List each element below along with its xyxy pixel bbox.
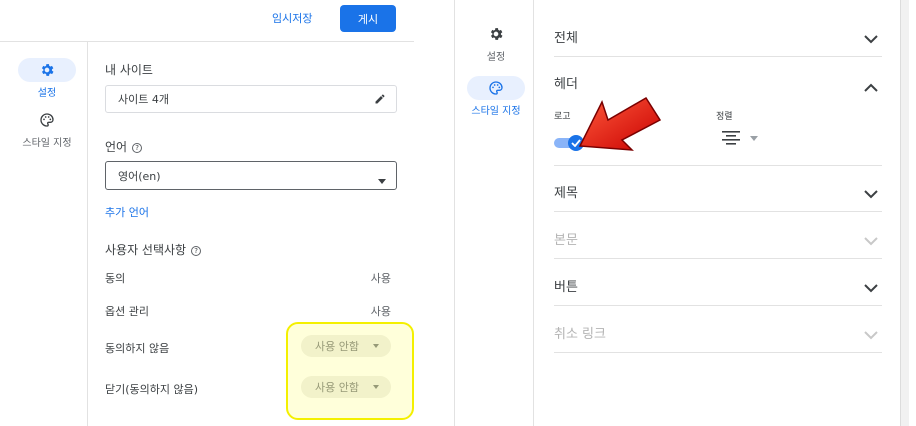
pref-row-value: 사용 [370, 272, 391, 285]
align-select[interactable] [722, 131, 758, 145]
pencil-icon[interactable] [374, 93, 386, 108]
palette-icon [18, 108, 76, 132]
annotation-arrow-icon [578, 96, 662, 151]
section-title-label: 제목 [554, 186, 578, 201]
preferences-title: 사용자 선택사항? [105, 241, 202, 258]
gear-icon [467, 22, 525, 46]
logo-label: 로고 [554, 112, 571, 122]
pref-row-label: 옵션 관리 [105, 305, 149, 318]
my-site-value: 사이트 4개 [118, 93, 169, 106]
my-site-title: 내 사이트 [105, 63, 153, 77]
rail-item-styling[interactable]: 스타일 지정 [14, 108, 80, 149]
section-title[interactable]: 제목 [554, 165, 882, 212]
top-bar: 임시저장 게시 [0, 0, 414, 42]
section-cancel-link: 취소 링크 [554, 306, 882, 353]
rail-item-settings[interactable]: 설정 [14, 58, 80, 99]
align-center-icon [722, 131, 740, 145]
settings-panel: 임시저장 게시 설정 스타일 지정 내 사이트 사이트 4개 언어? 영어(en… [0, 0, 414, 426]
pref-row-label: 동의하지 않음 [105, 342, 170, 355]
section-button[interactable]: 버튼 [554, 259, 882, 306]
rail-item-styling[interactable]: 스타일 지정 [463, 76, 529, 117]
align-label: 정렬 [716, 112, 733, 122]
chevron-down-icon [864, 231, 878, 250]
my-site-field[interactable]: 사이트 4개 [105, 85, 397, 113]
chevron-up-icon[interactable] [864, 77, 878, 96]
chevron-down-icon [864, 278, 878, 297]
chevron-down-icon [864, 325, 878, 344]
left-nav-rail: 설정 스타일 지정 [0, 42, 88, 426]
rail-item-label: 스타일 지정 [471, 106, 521, 117]
rail-item-label: 스타일 지정 [22, 138, 72, 149]
help-icon[interactable]: ? [132, 143, 143, 153]
dropdown-caret-icon [750, 135, 758, 141]
scrollbar[interactable] [900, 0, 916, 426]
save-draft-link[interactable]: 임시저장 [272, 10, 312, 26]
pref-row-label: 닫기(동의하지 않음) [105, 383, 199, 396]
right-nav-rail: 설정 스타일 지정 [454, 0, 534, 426]
rail-item-settings[interactable]: 설정 [463, 22, 529, 63]
section-cancel-link-label: 취소 링크 [554, 327, 606, 342]
section-body-label: 본문 [554, 233, 578, 248]
language-selected: 영어(en) [118, 169, 161, 183]
gear-icon [18, 58, 76, 82]
language-select[interactable]: 영어(en) [105, 161, 397, 190]
highlight-box [286, 322, 414, 420]
pref-row-manage-options: 옵션 관리 사용 [105, 303, 397, 319]
chevron-down-icon [864, 184, 878, 203]
chevron-down-icon [864, 29, 878, 48]
section-all[interactable]: 전체 [554, 10, 882, 57]
pref-row-consent: 동의 사용 [105, 270, 397, 286]
section-body: 본문 [554, 212, 882, 259]
language-title-text: 언어 [105, 140, 128, 154]
section-button-label: 버튼 [554, 280, 578, 295]
rail-item-label: 설정 [486, 52, 506, 63]
preferences-title-text: 사용자 선택사항 [105, 243, 187, 257]
pref-row-label: 동의 [105, 272, 126, 285]
panel-gap [414, 0, 454, 426]
section-all-label: 전체 [554, 31, 578, 46]
pref-row-value: 사용 [370, 305, 391, 318]
add-language-link[interactable]: 추가 언어 [105, 204, 149, 220]
dropdown-caret-icon [378, 174, 386, 187]
styling-panel: 설정 스타일 지정 전체 헤더 로고 정렬 제목 본문 버튼 취소 링크 [454, 0, 916, 426]
palette-icon [467, 76, 525, 100]
help-icon[interactable]: ? [191, 246, 202, 256]
language-title: 언어? [105, 138, 143, 155]
publish-button[interactable]: 게시 [340, 5, 396, 32]
rail-item-label: 설정 [37, 88, 57, 99]
